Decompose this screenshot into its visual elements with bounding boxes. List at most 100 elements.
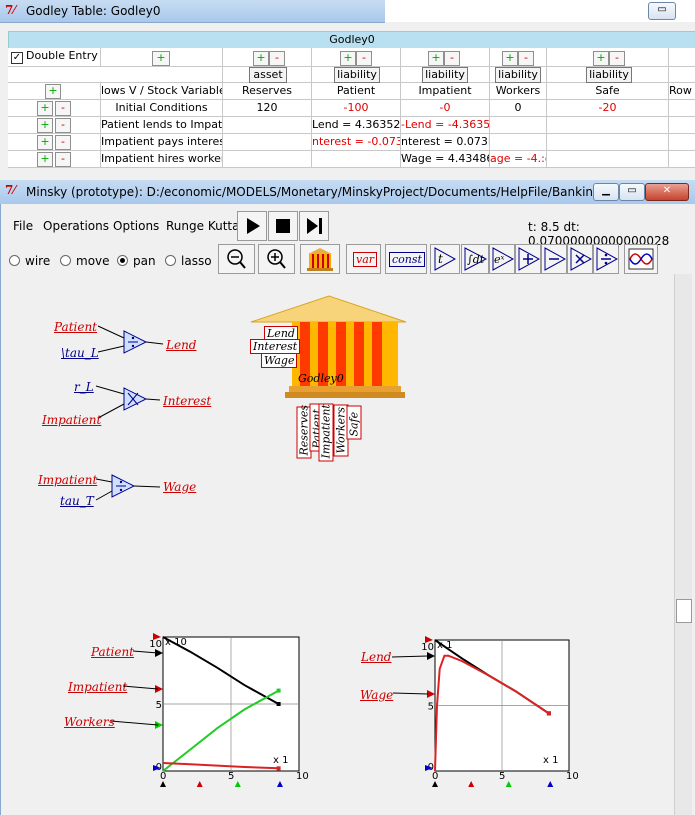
row-add-button[interactable]: + — [37, 118, 53, 133]
godley-row-label[interactable]: Impatient hires workers — [101, 151, 223, 168]
godley-cell[interactable] — [223, 117, 312, 134]
mode-wire[interactable]: wire — [9, 254, 50, 268]
stock-name-impatient[interactable]: Impatient — [401, 83, 490, 100]
row-remove-button[interactable]: - — [55, 152, 71, 167]
godley-stock-safe[interactable]: Safe — [346, 405, 362, 440]
radio-lasso[interactable] — [165, 255, 176, 266]
wire[interactable] — [391, 655, 429, 658]
godley-cell[interactable] — [490, 134, 547, 151]
godley-cell[interactable]: age = -4.:on — [490, 151, 547, 168]
row-remove-button[interactable]: - — [55, 135, 71, 150]
godley-cell[interactable]: -Lend = -4.36352 — [401, 117, 490, 134]
godley-flow-wage[interactable]: Wage — [261, 353, 298, 368]
col3-add-button[interactable]: + — [428, 51, 444, 66]
col4-remove-button[interactable]: - — [518, 51, 534, 66]
godley-cell[interactable]: Lend = 4.36352 — [312, 117, 401, 134]
stop-button[interactable] — [268, 211, 298, 241]
col3-remove-button[interactable]: - — [444, 51, 460, 66]
add-tool-button[interactable] — [515, 244, 541, 274]
stock-name-patient[interactable]: Patient — [312, 83, 401, 100]
godley-cell[interactable]: nterest = -0.073Eon — [312, 134, 401, 151]
godley-cell[interactable] — [223, 134, 312, 151]
wire[interactable] — [95, 478, 113, 483]
col5-remove-button[interactable]: - — [609, 51, 625, 66]
exp-tool-button[interactable]: eˣ — [489, 244, 515, 274]
godley-cell[interactable] — [669, 134, 695, 151]
var-impatient-2[interactable]: Impatient — [38, 473, 97, 487]
menu-operations[interactable]: Operations — [43, 219, 109, 233]
plot-tool-button[interactable] — [624, 244, 658, 274]
col4-add-button[interactable]: + — [502, 51, 518, 66]
godley-cell[interactable]: 120 — [223, 100, 312, 117]
godley-cell[interactable] — [547, 151, 669, 168]
var-interest[interactable]: Interest — [163, 394, 211, 408]
godley-cell[interactable] — [669, 117, 695, 134]
time-tool-button[interactable]: t — [430, 244, 460, 274]
radio-wire[interactable] — [9, 255, 20, 266]
mode-lasso[interactable]: lasso — [165, 254, 212, 268]
mode-move[interactable]: move — [60, 254, 110, 268]
wire[interactable] — [110, 720, 159, 726]
godley-cell[interactable] — [669, 100, 695, 117]
godley-cell[interactable] — [490, 117, 547, 134]
col2-remove-button[interactable]: - — [356, 51, 372, 66]
wire[interactable] — [145, 398, 161, 401]
divide-operator-2[interactable] — [111, 474, 136, 498]
wire[interactable] — [122, 685, 159, 690]
stock-name-workers[interactable]: Workers — [490, 83, 547, 100]
mode-pan[interactable]: pan — [117, 254, 156, 268]
stock-name-safe[interactable]: Safe — [547, 83, 669, 100]
const-tau-t[interactable]: tau_T — [60, 494, 94, 508]
asset-type-select-workers[interactable]: liability — [495, 67, 541, 83]
row-remove-button[interactable]: - — [55, 101, 71, 116]
godley-cell[interactable]: 0 — [490, 100, 547, 117]
zoom-in-button[interactable] — [258, 244, 295, 274]
row-remove-button[interactable]: - — [55, 118, 71, 133]
wire[interactable] — [133, 485, 161, 488]
add-row-button[interactable]: + — [45, 84, 61, 99]
godley-stock-impatient[interactable]: Impatient — [318, 403, 334, 462]
zoom-out-button[interactable] — [218, 244, 255, 274]
radio-pan[interactable] — [117, 255, 128, 266]
var-patient[interactable]: Patient — [54, 320, 97, 334]
godley-cell[interactable] — [669, 151, 695, 168]
plot-bottom-port[interactable] — [468, 781, 475, 787]
plot-bottom-port[interactable] — [196, 781, 203, 787]
const-tau-l[interactable]: \tau_L — [61, 346, 99, 360]
row-add-button[interactable]: + — [37, 101, 53, 116]
multiply-operator[interactable] — [123, 387, 148, 411]
wire[interactable] — [97, 345, 125, 353]
godley-cell[interactable] — [312, 151, 401, 168]
godley-cell[interactable]: Wage = 4.43486 — [401, 151, 490, 168]
wire[interactable] — [392, 692, 429, 695]
col5-add-button[interactable]: + — [593, 51, 609, 66]
wire[interactable] — [97, 325, 125, 339]
const-r-l[interactable]: r_L — [74, 380, 94, 394]
asset-type-select-safe[interactable]: liability — [586, 67, 632, 83]
godley-cell[interactable]: -0 — [401, 100, 490, 117]
wire[interactable] — [145, 341, 164, 345]
var-lend[interactable]: Lend — [166, 338, 196, 352]
asset-type-select-patient[interactable]: liability — [334, 67, 380, 83]
wire[interactable] — [95, 490, 113, 501]
plot-bottom-port[interactable] — [505, 781, 512, 787]
godley-row-label[interactable]: Initial Conditions — [101, 100, 223, 117]
godley-tool-button[interactable] — [300, 244, 340, 274]
row-add-button[interactable]: + — [37, 152, 53, 167]
asset-type-select-impatient[interactable]: liability — [422, 67, 468, 83]
step-button[interactable] — [299, 211, 329, 241]
integrate-tool-button[interactable]: ∫dt — [461, 244, 489, 274]
wire[interactable] — [97, 403, 125, 419]
plot-bottom-port[interactable] — [276, 781, 283, 787]
godley-row-label[interactable]: Patient lends to Impatient — [101, 117, 223, 134]
minimize-button[interactable]: ▁ — [593, 183, 619, 201]
close-button[interactable]: ✕ — [645, 183, 689, 201]
col1-add-button[interactable]: + — [253, 51, 269, 66]
subtract-tool-button[interactable] — [541, 244, 567, 274]
maximize-button[interactable]: ▭ — [619, 183, 645, 201]
plot-input-port[interactable] — [427, 690, 435, 698]
divide-tool-button[interactable] — [593, 244, 619, 274]
asset-type-select-reserves[interactable]: asset — [249, 67, 287, 83]
godley-cell[interactable]: nterest = 0.073Eon — [401, 134, 490, 151]
minimize-button[interactable]: ▭ — [648, 2, 676, 20]
